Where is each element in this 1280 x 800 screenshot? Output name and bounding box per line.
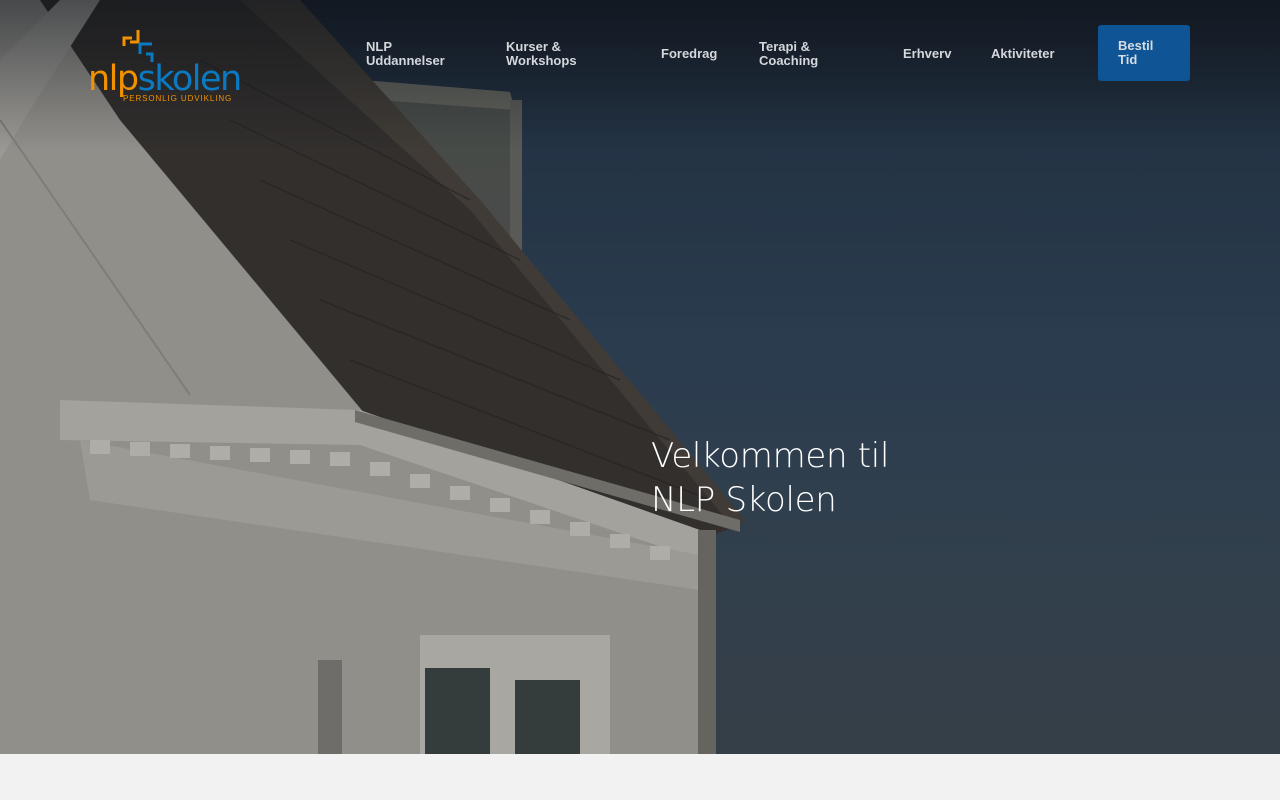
nav-label-line1: NLP [366,39,392,54]
nav-label-line1: Terapi & [759,39,811,54]
cta-label-line1: Bestil [1118,38,1154,53]
logo-wordmark: nlpskolen [88,59,242,99]
nav-label-line1: Aktiviteter [991,46,1055,61]
nav-item-aktiviteter[interactable]: Aktiviteter [991,47,1055,61]
content-strip [0,754,1280,800]
logo-tagline: PERSONLIG UDVIKLING [123,94,233,103]
nav-label-line2: Coaching [759,53,819,68]
hero-headline: Velkommen til NLP Skolen [651,434,889,522]
nlpskolen-logo[interactable]: nlpskolen PERSONLIG UDVIKLING [88,28,242,104]
hero-section: nlpskolen PERSONLIG UDVIKLING NLP Uddann… [0,0,1280,754]
nav-label-line1: Erhverv [903,46,952,61]
nav-label-line1: Foredrag [661,46,718,61]
nav-item-nlp-uddannelser[interactable]: NLP Uddannelser [366,40,445,68]
hero-top-shade [0,0,1280,754]
cta-label-line2: Tid [1118,52,1138,67]
hero-headline-line1: Velkommen til [651,436,890,476]
nav-label-line2: Workshops [506,53,577,68]
nav-label-line1: Kurser & [506,39,561,54]
site-header: nlpskolen PERSONLIG UDVIKLING NLP Uddann… [0,0,1280,110]
nav-item-terapi-coaching[interactable]: Terapi & Coaching [759,40,818,68]
nav-item-erhverv[interactable]: Erhverv [903,47,951,61]
nav-item-kurser-workshops[interactable]: Kurser & Workshops [506,40,577,68]
nav-item-foredrag[interactable]: Foredrag [661,47,717,61]
bestil-tid-button[interactable]: Bestil Tid [1098,25,1190,81]
hero-headline-line2: NLP Skolen [651,480,837,520]
nav-label-line2: Uddannelser [366,53,445,68]
